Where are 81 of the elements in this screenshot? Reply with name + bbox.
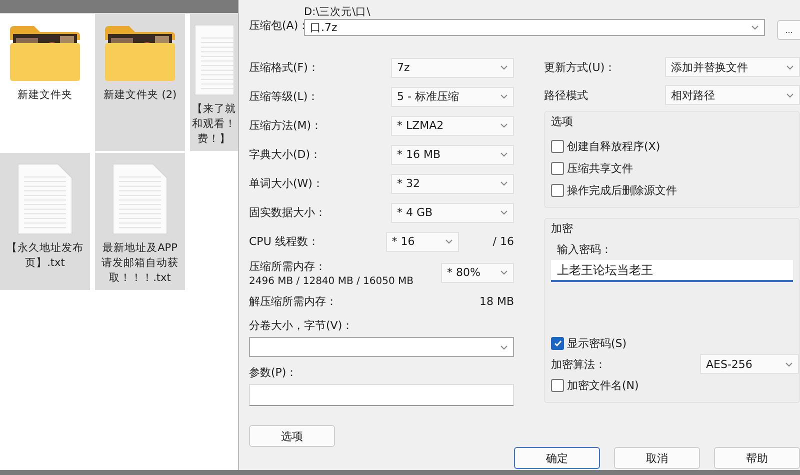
file-item[interactable]: 最新地址及APP请发邮箱自动获取！！！.txt [95,153,185,290]
group-title: 选项 [551,114,574,129]
file-item[interactable]: 新建文件夹 (2) [95,14,185,151]
field-label: 解压缩所需内存： [249,294,337,309]
field-label: 分卷大小，字节(V)： [249,318,354,333]
field-label: 输入密码： [557,242,613,257]
dropdown[interactable]: AES-256 [700,354,799,374]
dropdown[interactable]: * 16 MB [391,144,514,164]
field-label: 固实数据大小： [249,205,326,220]
dialog-button[interactable]: 帮助 [714,447,800,469]
file-name: 新建文件夹 [16,88,74,103]
input-field[interactable] [249,384,514,406]
dialog-button[interactable]: 确定 [514,447,600,469]
browse-button[interactable]: ... [777,20,800,40]
field-label: 单词大小(W)： [249,176,324,191]
chevron-icon [500,210,508,215]
dropdown[interactable]: 相对路径 [665,85,800,105]
file-item[interactable]: 【永久地址发布页】.txt [0,153,90,290]
document-icon [17,163,73,235]
checkbox[interactable] [551,378,564,392]
chevron-icon [500,270,508,275]
field-label: 更新方式(U)： [544,60,616,74]
file-item[interactable]: 【来了就和观看！费！】 [190,14,238,151]
checkbox[interactable] [551,140,564,152]
chevron-icon [786,92,794,98]
file-name: 最新地址及APP请发邮箱自动获取！！！.txt [100,241,180,286]
chevron-icon [500,181,508,186]
file-item[interactable]: 新建文件夹 [0,14,90,151]
checkbox[interactable] [551,162,564,174]
chevron-icon [786,64,794,70]
folder-icon [103,24,177,82]
field-label: 参数(P)： [249,365,298,380]
archive-path: D:\三次元\口\ [304,6,372,19]
check-icon [554,340,562,346]
field-label: 压缩所需内存： [249,258,327,274]
checkbox-label: 显示密码(S) [567,336,627,350]
checkbox-label: 创建自释放程序(X) [567,138,660,154]
field-label: 压缩包(A)： [249,18,304,33]
field-label: 压缩格式(F)： [249,60,319,75]
field-label: 路径模式 [544,88,588,102]
document-icon [194,24,234,96]
password-field[interactable]: 上老王论坛当老王 [551,260,793,282]
memory-value: 18 MB [479,295,514,308]
dropdown[interactable]: 添加并替换文件 [665,57,800,77]
dropdown[interactable]: * LZMA2 [391,116,514,136]
dropdown[interactable] [249,337,514,357]
dropdown[interactable]: * 16 [386,232,459,252]
field-label: 压缩等级(L)： [249,89,319,104]
chevron-icon [751,25,759,30]
dropdown[interactable]: * 80% [441,262,514,282]
document-icon [112,163,168,235]
thread-count: / 16 [492,235,514,248]
dialog-button[interactable]: 取消 [614,447,700,469]
chevron-icon [444,239,453,244]
field-label: CPU 线程数： [249,234,319,249]
file-name: 【来了就和观看！费！】 [192,102,236,147]
chevron-icon [500,152,508,157]
memory-usage: 2496 MB / 12840 MB / 16050 MB [249,276,414,286]
field-label: 压缩方法(M)： [249,118,322,133]
archive-combo[interactable]: 口.7z [304,19,765,36]
chevron-icon [500,94,508,99]
chevron-icon [500,123,508,128]
field-label: 字典大小(D)： [249,147,322,162]
checkbox[interactable] [551,336,564,350]
chevron-icon [500,344,508,350]
file-name: 【永久地址发布页】.txt [6,241,84,271]
checkbox-label: 压缩共享文件 [567,160,633,176]
group-title: 加密 [551,221,574,236]
chevron-icon [500,65,508,70]
file-name: 新建文件夹 (2) [102,88,178,103]
chevron-icon [785,362,793,366]
checkbox-label: 操作完成后删除源文件 [567,182,677,198]
folder-icon [8,24,82,82]
checkbox-label: 加密文件名(N) [567,378,639,392]
dropdown[interactable]: * 4 GB [391,202,514,222]
dropdown[interactable]: * 32 [391,174,514,194]
dropdown[interactable]: 5 - 标准压缩 [391,86,514,106]
options-button[interactable]: 选项 [249,425,335,447]
dropdown[interactable]: 7z [391,58,514,78]
checkbox[interactable] [551,184,564,196]
field-label: 加密算法： [551,356,606,372]
